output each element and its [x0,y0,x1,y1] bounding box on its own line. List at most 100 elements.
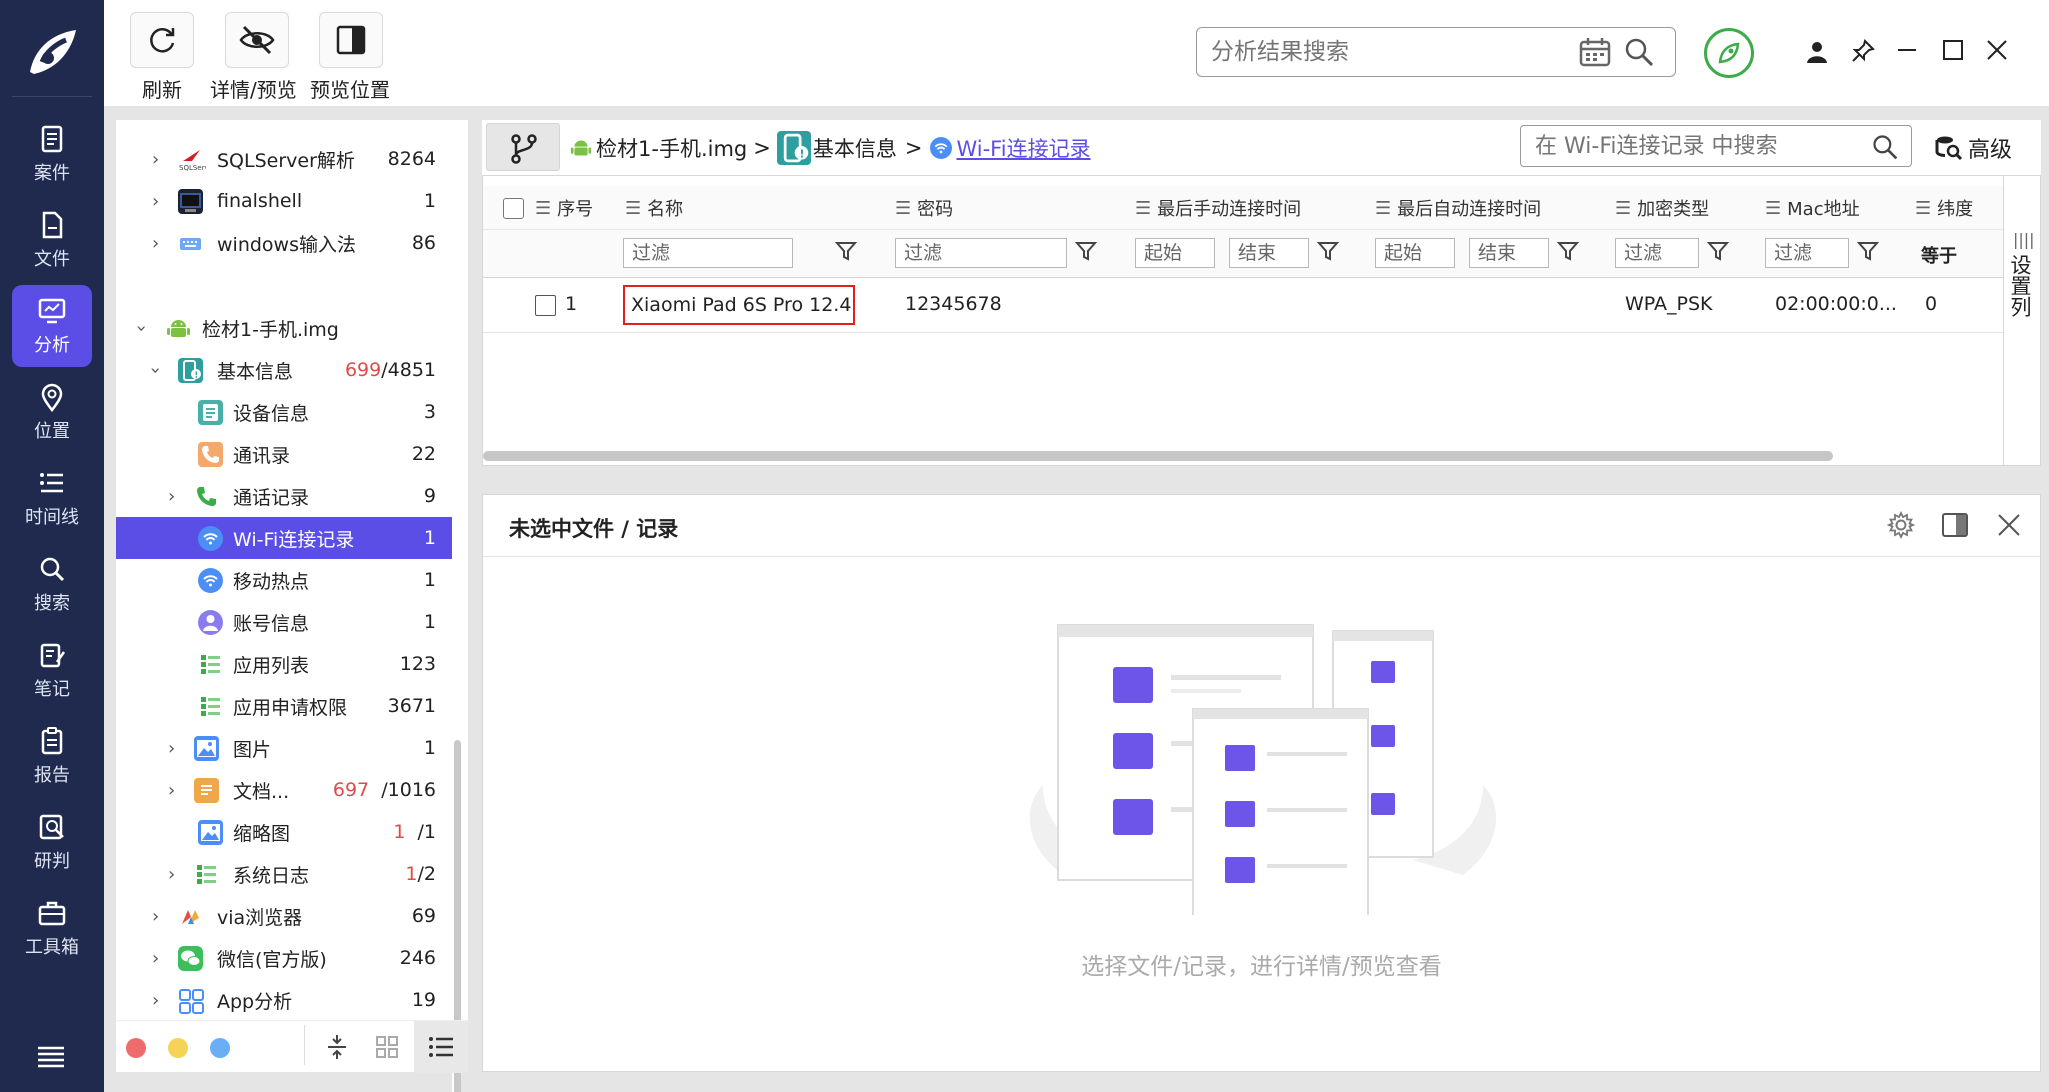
settings-columns-tab[interactable]: |||| 设置列 [2003,176,2040,465]
breadcrumb-item-wifi[interactable]: Wi-Fi连接记录 [956,133,1090,163]
tree-item-finalshell[interactable]: › finalshell 1 [116,180,452,222]
tree-item-wechat[interactable]: › 微信(官方版) 246 [116,937,452,979]
column-header-mac[interactable]: ☰ Mac地址 [1765,186,1860,230]
advanced-button[interactable]: 高级 [1934,132,2012,164]
blue-dot-filter[interactable] [210,1038,230,1058]
tree-item-system-log[interactable]: › 系统日志 1/2 [116,853,452,895]
calendar-icon[interactable] [1579,37,1611,67]
nav-report[interactable]: 报告 [12,715,92,797]
red-dot-filter[interactable] [126,1038,146,1058]
column-header-name[interactable]: ☰ 名称 [625,186,683,230]
tree-item-evidence-phone[interactable]: › 检材1-手机.img [116,307,452,349]
tree-item-call-log[interactable]: › 通话记录 9 [116,475,452,517]
chevron-right-icon[interactable]: › [152,191,159,212]
tree-item-images[interactable]: › 图片 1 [116,727,452,769]
tree-item-wifi-records[interactable]: Wi-Fi连接记录 1 [116,517,452,559]
chevron-right-icon[interactable]: › [152,149,159,170]
filter-icon[interactable] [1707,240,1729,262]
panel-right-icon[interactable] [1941,511,1969,539]
nav-note[interactable]: 笔记 [12,629,92,711]
auto-time-end-input[interactable]: 结束 [1469,238,1549,268]
column-header-encryption[interactable]: ☰ 加密类型 [1615,186,1709,230]
nav-timeline[interactable]: 时间线 [12,457,92,539]
latitude-equals-operator[interactable]: 等于 [1921,242,1957,268]
minimize-icon[interactable] [1895,38,1919,62]
filter-icon[interactable] [1857,240,1879,262]
tree-item-documents[interactable]: › 文档... 697 /1016 [116,769,452,811]
auto-time-start-input[interactable]: 起始 [1375,238,1455,268]
chevron-right-icon[interactable]: › [152,233,159,254]
global-search-input[interactable] [1211,36,1541,68]
detail-preview-button[interactable] [225,12,289,68]
select-all-checkbox[interactable] [503,198,524,219]
tree-item-sqlserver[interactable]: › SQLServer SQLServer解析 8264 [116,138,452,180]
preview-position-button[interactable] [319,12,383,68]
filter-icon[interactable] [1317,240,1339,262]
collapse-all-icon[interactable] [324,1033,350,1061]
highlighted-name-cell[interactable]: Xiaomi Pad 6S Pro 12.4 [623,285,855,325]
chevron-right-icon[interactable]: › [168,738,175,759]
name-filter-input[interactable]: 过滤 [623,238,793,268]
tree-item-account-info[interactable]: 账号信息 1 [116,601,452,643]
chevron-down-icon[interactable]: › [131,324,152,331]
maximize-icon[interactable] [1941,38,1965,62]
manual-time-end-input[interactable]: 结束 [1229,238,1309,268]
global-search-box[interactable] [1196,27,1676,77]
chevron-right-icon[interactable]: › [168,780,175,801]
tree-item-app-permissions[interactable]: 应用申请权限 3671 [116,685,452,727]
record-search-input[interactable] [1535,131,1855,161]
tree-item-thumbnails[interactable]: 缩略图 1 /1 [116,811,452,853]
chevron-right-icon[interactable]: › [152,948,159,969]
nav-file[interactable]: 文件 [12,199,92,281]
password-filter-input[interactable]: 过滤 [895,238,1067,268]
nav-search[interactable]: 搜索 [12,543,92,625]
tree-item-contacts[interactable]: 通讯录 22 [116,433,452,475]
chevron-right-icon[interactable]: › [168,486,175,507]
tree-item-app-list[interactable]: 应用列表 123 [116,643,452,685]
chevron-down-icon[interactable]: › [145,366,166,373]
nav-location[interactable]: 位置 [12,371,92,453]
tree-item-hotspot[interactable]: 移动热点 1 [116,559,452,601]
chevron-right-icon[interactable]: › [152,906,159,927]
nav-toolbox[interactable]: 工具箱 [12,887,92,969]
refresh-button[interactable] [130,12,194,68]
nav-analysis[interactable]: 分析 [12,285,92,367]
column-header-latitude[interactable]: ☰ 纬度 [1915,186,1973,230]
yellow-dot-filter[interactable] [168,1038,188,1058]
menu-icon[interactable] [36,1044,66,1068]
chevron-right-icon[interactable]: › [152,990,159,1011]
table-horizontal-scrollbar[interactable] [483,451,1833,461]
search-icon[interactable] [1623,36,1655,68]
tree-item-device-info[interactable]: 设备信息 3 [116,391,452,433]
nav-case[interactable]: 案件 [12,113,92,195]
mac-filter-input[interactable]: 过滤 [1765,238,1849,268]
tree-item-basic-info[interactable]: › ! 基本信息 699/4851 [116,349,452,391]
filter-icon[interactable] [1075,240,1097,262]
tree-item-windows-ime[interactable]: › windows输入法 86 [116,222,452,264]
encryption-filter-input[interactable]: 过滤 [1615,238,1699,268]
chevron-right-icon[interactable]: › [168,864,175,885]
column-header-auto-time[interactable]: ☰ 最后自动连接时间 [1375,186,1541,230]
grid-view-icon[interactable] [374,1034,400,1060]
tree-item-via-browser[interactable]: › via浏览器 69 [116,895,452,937]
close-icon[interactable] [1985,38,2009,62]
user-icon[interactable] [1805,40,1829,64]
manual-time-start-input[interactable]: 起始 [1135,238,1215,268]
status-indicator-button[interactable] [1704,28,1754,78]
search-icon[interactable] [1871,133,1899,161]
branch-button[interactable] [486,123,560,171]
list-view-button[interactable] [414,1021,468,1073]
column-header-index[interactable]: ☰ 序号 [535,186,593,230]
nav-judge[interactable]: 研判 [12,801,92,883]
column-header-manual-time[interactable]: ☰ 最后手动连接时间 [1135,186,1301,230]
gear-icon[interactable] [1887,511,1915,539]
pin-icon[interactable] [1850,38,1876,64]
breadcrumb-item-evidence[interactable]: 检材1-手机.img [596,133,747,163]
breadcrumb-item-basic-info[interactable]: 基本信息 [813,133,897,163]
filter-icon[interactable] [835,240,857,262]
column-header-password[interactable]: ☰ 密码 [895,186,953,230]
row-checkbox[interactable] [535,295,556,316]
table-row[interactable]: 1 Xiaomi Pad 6S Pro 12.4 12345678 WPA_PS… [483,279,2003,333]
record-search-box[interactable] [1520,125,1912,167]
close-icon[interactable] [1995,511,2023,539]
